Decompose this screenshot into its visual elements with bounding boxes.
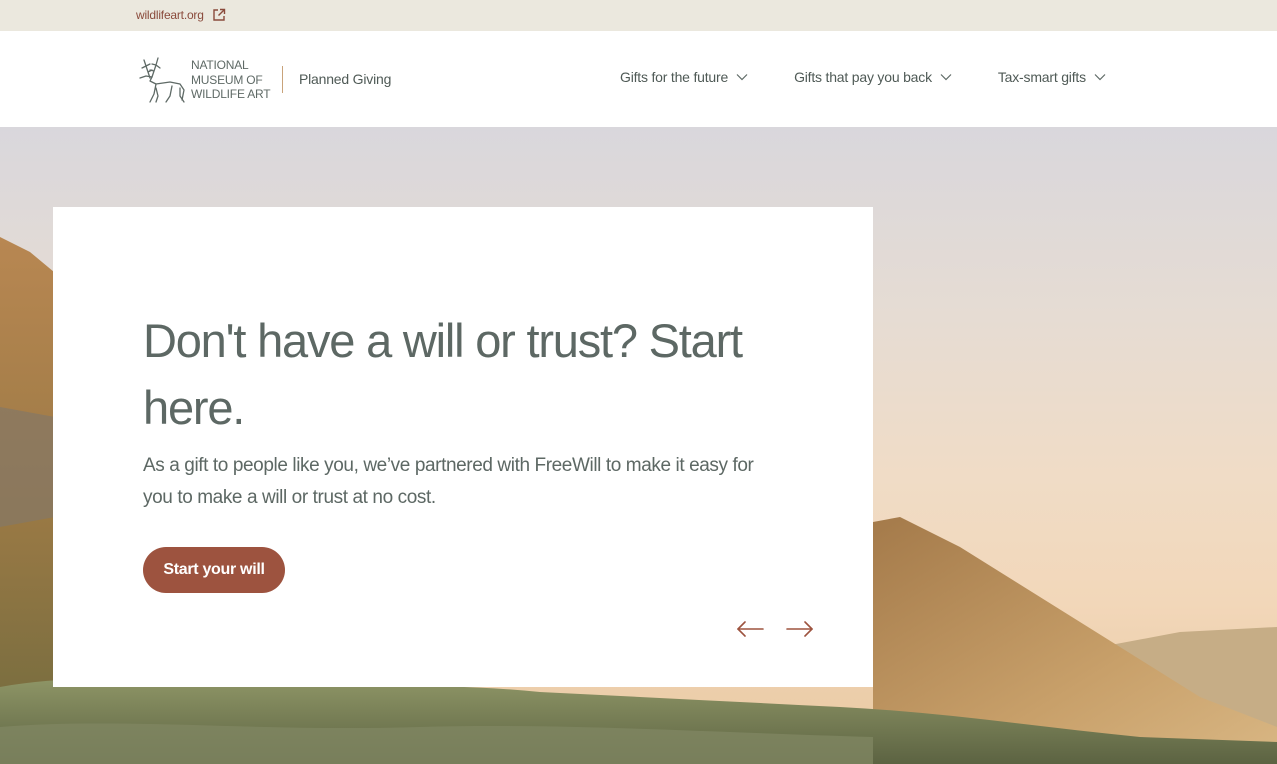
chevron-down-icon: [940, 74, 952, 81]
main-nav: Gifts for the future Gifts that pay you …: [620, 69, 1106, 85]
chevron-down-icon: [1094, 74, 1106, 81]
museum-logo-text: NATIONAL MUSEUM OF WILDLIFE ART: [191, 58, 271, 102]
hero-card: Don't have a will or trust? Start here. …: [53, 207, 873, 687]
chevron-down-icon: [736, 74, 748, 81]
museum-logo[interactable]: NATIONAL MUSEUM OF WILDLIFE ART: [136, 56, 271, 104]
hero-title: Don't have a will or trust? Start here.: [143, 314, 743, 434]
logo-line-3: WILDLIFE ART: [191, 87, 271, 102]
hero-description: As a gift to people like you, we’ve part…: [143, 455, 754, 508]
nav-gifts-for-the-future[interactable]: Gifts for the future: [620, 69, 748, 85]
nav-label: Gifts that pay you back: [794, 69, 932, 85]
nav-gifts-that-pay-you-back[interactable]: Gifts that pay you back: [794, 69, 952, 85]
hero-banner: Don't have a will or trust? Start here. …: [0, 127, 1277, 764]
wildlifeart-link-label: wildlifeart.org: [136, 8, 204, 22]
site-name[interactable]: Planned Giving: [299, 71, 391, 87]
logo-line-1: NATIONAL: [191, 58, 249, 73]
external-link-icon: [213, 8, 225, 21]
site-header: NATIONAL MUSEUM OF WILDLIFE ART Planned …: [0, 31, 1277, 127]
nav-tax-smart-gifts[interactable]: Tax-smart gifts: [998, 69, 1106, 85]
arrow-right-icon[interactable]: [785, 619, 815, 639]
start-your-will-button[interactable]: Start your will: [143, 547, 285, 593]
utility-bar: wildlifeart.org: [0, 0, 1277, 31]
logo-line-2: MUSEUM OF: [191, 72, 263, 87]
logo-divider: [282, 66, 283, 93]
nav-label: Gifts for the future: [620, 69, 729, 85]
elk-icon: [139, 57, 185, 103]
nav-label: Tax-smart gifts: [997, 69, 1086, 85]
arrow-left-icon[interactable]: [735, 619, 765, 639]
wildlifeart-link[interactable]: wildlifeart.org: [136, 8, 226, 22]
